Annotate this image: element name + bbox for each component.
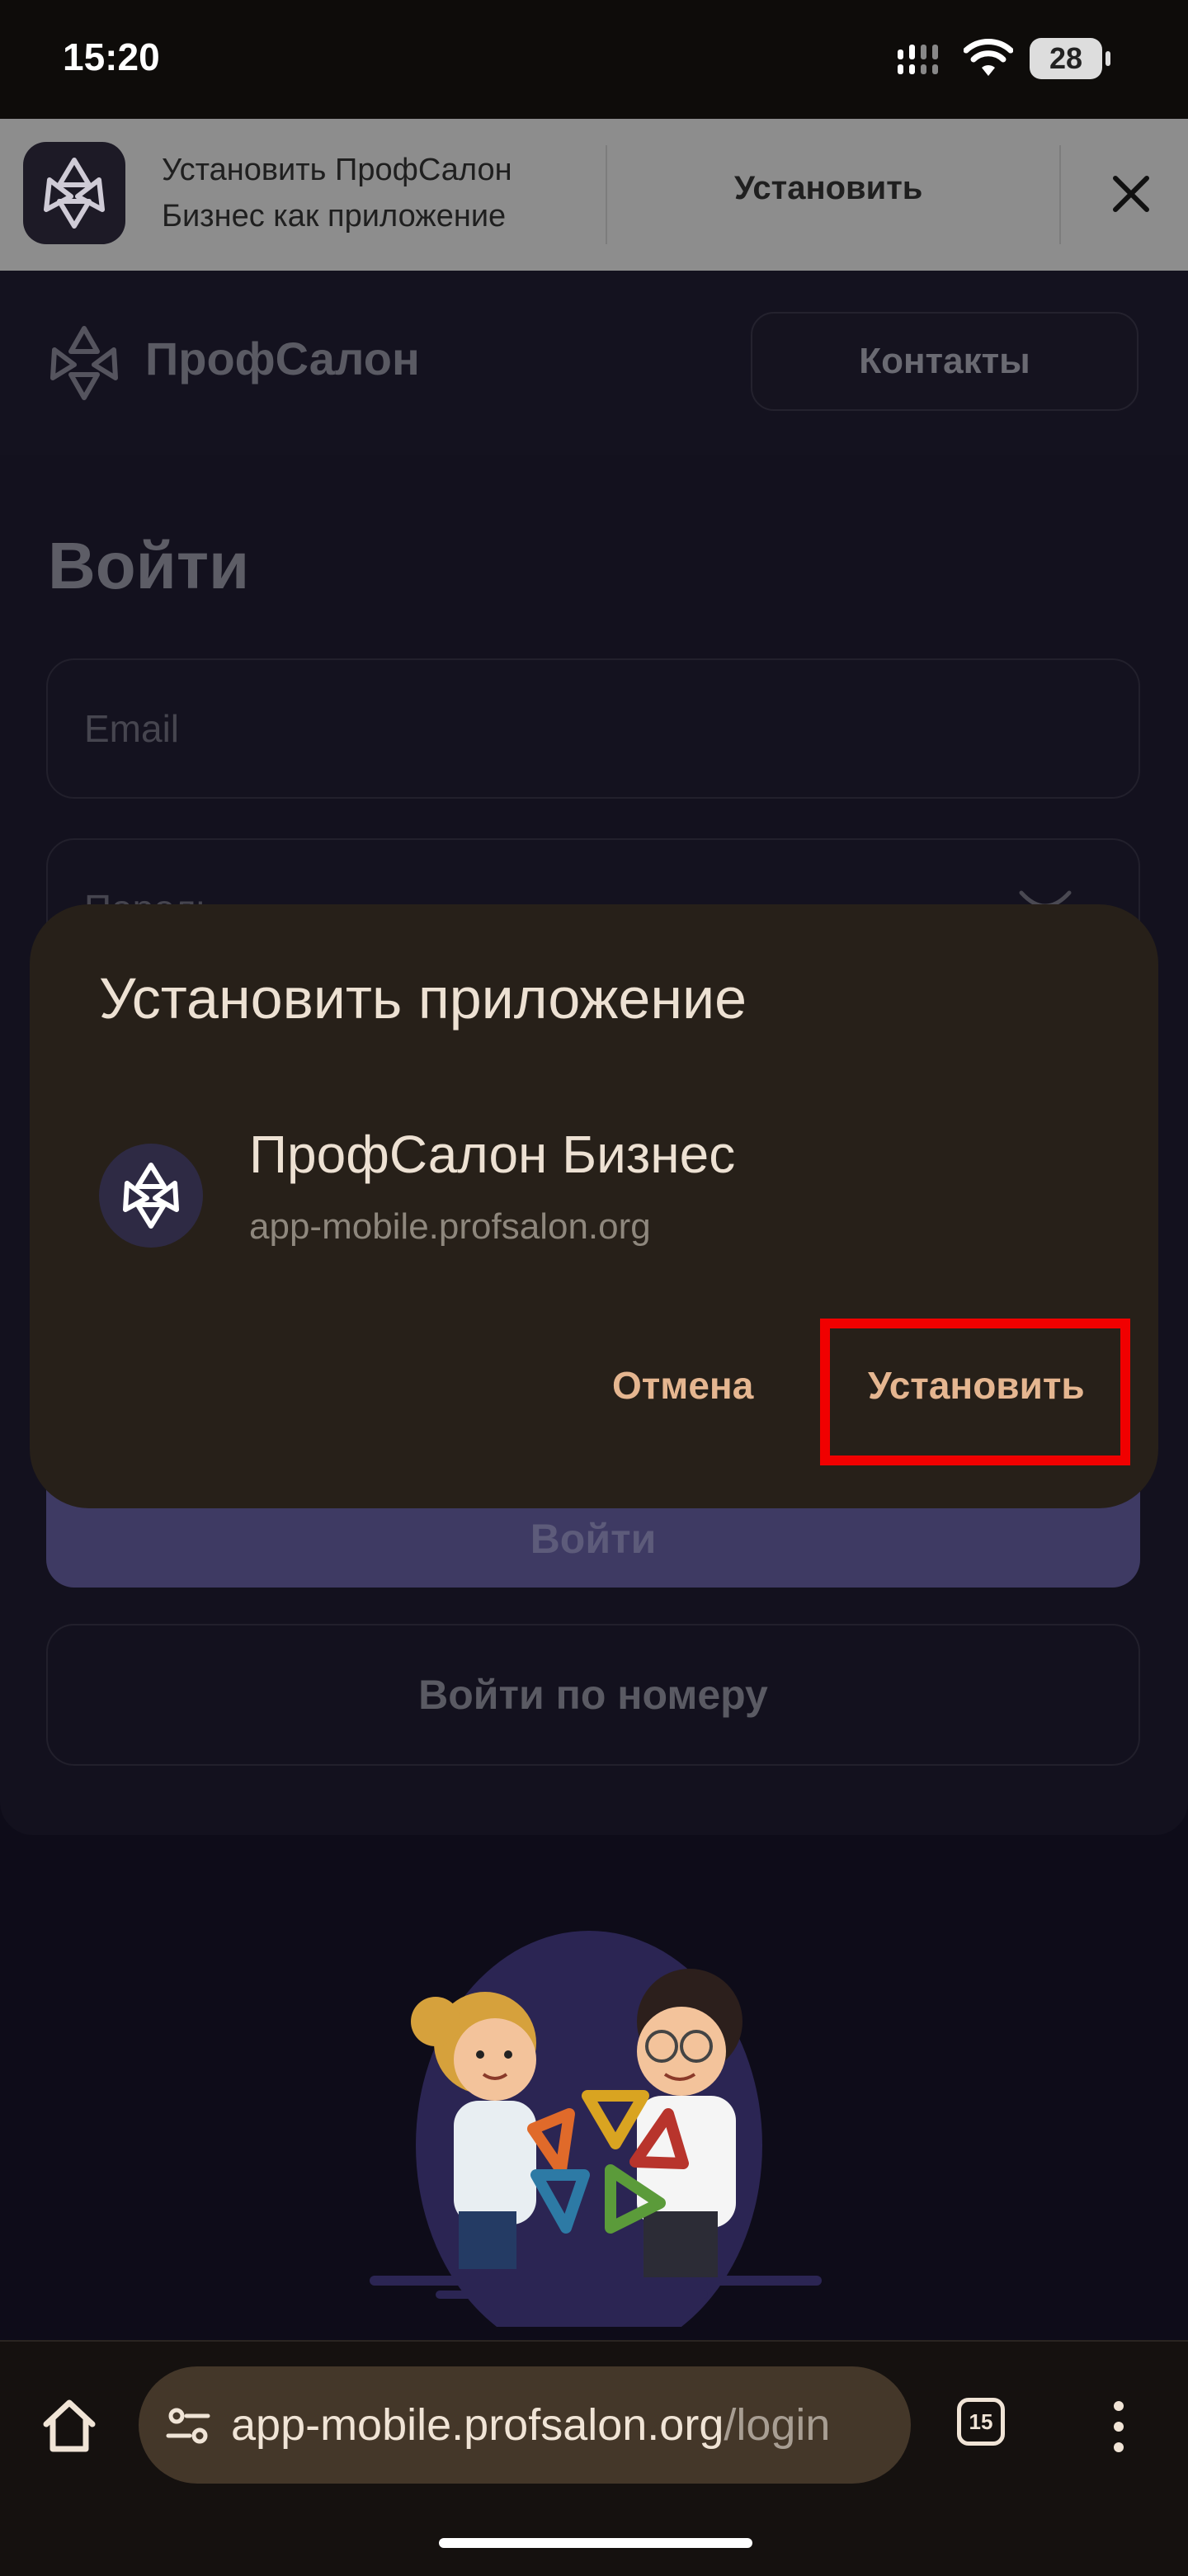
close-icon[interactable]	[1106, 168, 1157, 219]
home-indicator[interactable]	[439, 2538, 752, 2548]
logo-text: ПрофСалон	[145, 333, 420, 385]
dialog-title: Установить приложение	[99, 966, 747, 1031]
install-banner-text: Установить ПрофСалон Бизнес как приложен…	[162, 153, 512, 234]
highlight-box	[820, 1319, 1130, 1465]
profsalon-logo-icon	[50, 326, 118, 400]
more-menu-icon[interactable]	[1110, 2398, 1127, 2456]
app-logo-icon	[23, 142, 125, 244]
email-placeholder: Email	[84, 707, 180, 750]
site-settings-icon[interactable]	[165, 2403, 211, 2449]
page-title: Войти	[48, 529, 250, 602]
contacts-button[interactable]: Контакты	[751, 312, 1138, 411]
email-field[interactable]	[46, 658, 1140, 799]
login-by-phone-button[interactable]: Войти по номеру	[46, 1624, 1140, 1766]
home-icon[interactable]	[36, 2393, 102, 2459]
mascots-illustration	[370, 1931, 822, 2327]
address-bar-url[interactable]: app-mobile.profsalon.org/login	[231, 2399, 830, 2451]
battery-tip	[1106, 51, 1110, 66]
wifi-icon	[964, 39, 1013, 76]
url-host: app-mobile.profsalon.org	[231, 2400, 724, 2450]
status-time: 15:20	[63, 35, 160, 78]
signal-icon	[898, 45, 938, 74]
banner-divider	[1059, 145, 1061, 244]
banner-divider	[606, 145, 607, 244]
banner-install-button[interactable]: Установить	[734, 170, 922, 207]
battery-indicator: 28	[1030, 38, 1102, 79]
dialog-app-name: ПрофСалон Бизнес	[249, 1125, 736, 1184]
url-path: /login	[724, 2400, 831, 2450]
dialog-app-url: app-mobile.profsalon.org	[249, 1206, 651, 1247]
tabs-icon[interactable]: 15	[957, 2398, 1005, 2446]
app-icon	[99, 1144, 203, 1248]
dialog-cancel-button[interactable]: Отмена	[612, 1363, 753, 1408]
